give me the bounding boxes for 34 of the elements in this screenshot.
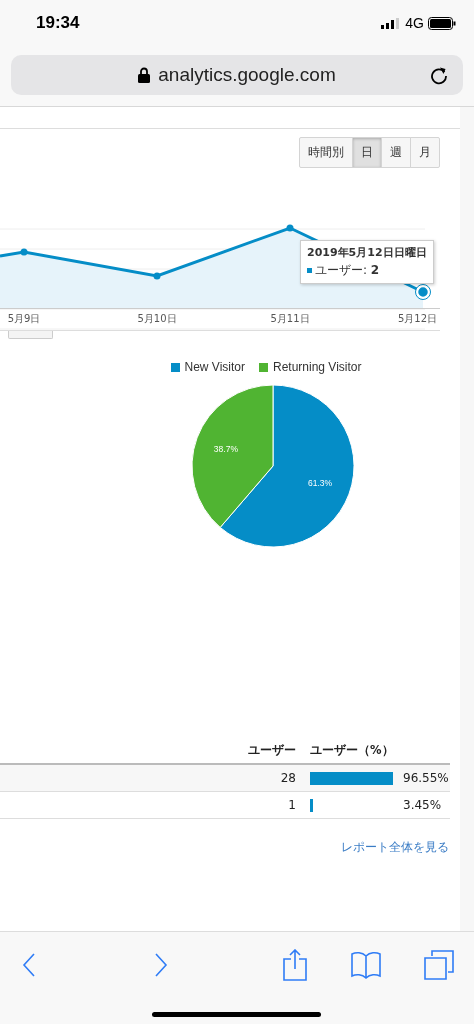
period-tab[interactable]: 週 xyxy=(381,137,411,168)
clock: 19:34 xyxy=(36,13,81,33)
tooltip-date: 2019年5月12日日曜日 xyxy=(307,245,427,260)
period-tab[interactable]: 月 xyxy=(410,137,440,168)
slice-label: 38.7% xyxy=(213,443,238,454)
address-field[interactable]: analytics.google.com xyxy=(11,55,463,95)
share-icon[interactable] xyxy=(283,949,307,981)
report-link[interactable]: レポート全体を見る xyxy=(341,839,449,856)
book-icon[interactable] xyxy=(350,951,381,979)
data-point xyxy=(20,248,28,256)
tooltip-value: ユーザー: 2 xyxy=(315,262,380,279)
back-icon[interactable] xyxy=(20,952,38,978)
slice-label: 61.3% xyxy=(308,478,333,489)
network-label: 4G xyxy=(405,15,424,31)
axis-label: 5月9日 xyxy=(7,313,41,324)
reload-icon[interactable] xyxy=(429,65,449,85)
lock-icon xyxy=(138,67,151,83)
axis-label: 5月11日 xyxy=(270,313,310,324)
legend-item[interactable]: New Visitor xyxy=(170,360,245,374)
table-cell: 28 xyxy=(236,764,310,792)
period-tab[interactable]: 時間別 xyxy=(299,137,353,168)
period-tab[interactable]: 日 xyxy=(352,137,382,168)
axis-label: 5月12日 xyxy=(397,313,437,324)
percent-text: 3.45% xyxy=(396,791,450,819)
legend-item[interactable]: Returning Visitor xyxy=(259,360,362,374)
series-marker-icon xyxy=(307,268,312,273)
battery-icon xyxy=(428,16,456,30)
data-point xyxy=(153,272,161,280)
expand-handle[interactable] xyxy=(8,331,53,339)
signal-icon xyxy=(381,17,400,29)
tabs-icon[interactable] xyxy=(424,950,454,980)
percent-text: 96.55% xyxy=(396,764,450,792)
data-point xyxy=(286,224,294,232)
axis-label: 5月10日 xyxy=(137,313,177,324)
